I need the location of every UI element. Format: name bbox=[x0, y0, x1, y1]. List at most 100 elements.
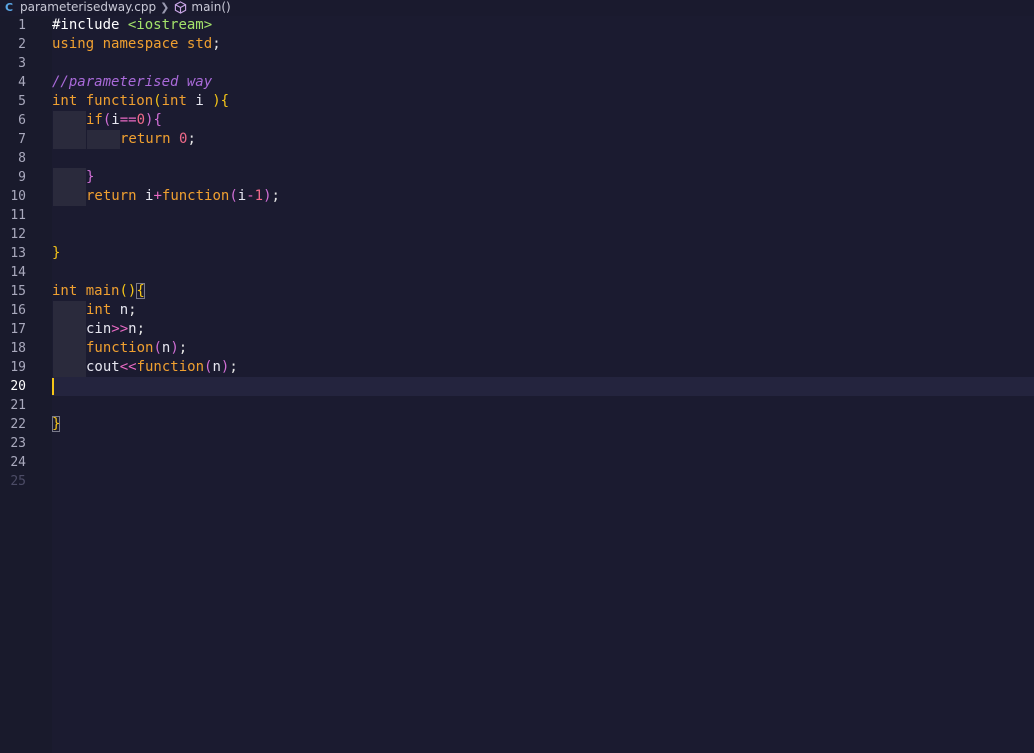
line-number: 15 bbox=[10, 284, 26, 299]
code-token: << bbox=[119, 359, 137, 375]
code-token: main bbox=[85, 283, 120, 299]
code-token: function bbox=[86, 340, 154, 356]
line-number: 14 bbox=[10, 265, 26, 280]
code-token: function bbox=[136, 359, 205, 375]
code-token: + bbox=[153, 188, 162, 204]
code-editor[interactable]: #include <iostream> using namespace std;… bbox=[52, 16, 1034, 753]
code-token: } bbox=[86, 169, 95, 185]
code-token: i bbox=[237, 188, 247, 204]
line-number: 12 bbox=[10, 227, 26, 242]
line-number: 21 bbox=[10, 398, 26, 413]
code-line-2[interactable]: using namespace std; bbox=[52, 35, 221, 54]
code-line-16[interactable]: int n; bbox=[86, 301, 137, 320]
code-token: std bbox=[186, 36, 213, 52]
code-token: n bbox=[111, 302, 129, 318]
code-line-18[interactable]: function(n); bbox=[86, 339, 187, 358]
code-token: return bbox=[86, 188, 137, 204]
code-line-17[interactable]: cin>>n; bbox=[86, 320, 145, 339]
code-line-5[interactable]: int function(int i ){ bbox=[52, 92, 229, 111]
code-line-9[interactable]: } bbox=[86, 168, 94, 187]
code-line-15[interactable]: int main(){ bbox=[52, 282, 145, 301]
code-token: function bbox=[161, 188, 230, 204]
line-number: 22 bbox=[10, 417, 26, 432]
code-token: if bbox=[86, 112, 103, 128]
line-number: 1 bbox=[18, 18, 26, 33]
line-number: 2 bbox=[18, 37, 26, 52]
code-line-4[interactable]: //parameterised way bbox=[52, 73, 212, 92]
code-token: n bbox=[212, 359, 221, 375]
indent-guide bbox=[53, 301, 86, 320]
line-number: 10 bbox=[10, 189, 26, 204]
line-number: 3 bbox=[18, 56, 26, 71]
code-token: cout bbox=[86, 359, 120, 375]
code-line-7[interactable]: return 0; bbox=[120, 130, 196, 149]
code-token: 1 bbox=[254, 188, 264, 204]
line-number-active: 20 bbox=[10, 379, 26, 394]
code-token: ( bbox=[153, 93, 162, 109]
matched-bracket: { bbox=[136, 283, 145, 299]
code-token: ; bbox=[187, 131, 196, 147]
indent-guide bbox=[53, 358, 86, 377]
breadcrumb-symbol[interactable]: main() bbox=[191, 0, 230, 14]
code-token: - bbox=[246, 188, 255, 204]
code-token: ; bbox=[178, 340, 188, 356]
line-number: 19 bbox=[10, 360, 26, 375]
code-token: { bbox=[220, 93, 230, 109]
code-line-13[interactable]: } bbox=[52, 244, 60, 263]
line-number: 13 bbox=[10, 246, 26, 261]
code-token: n bbox=[128, 321, 137, 337]
line-number: 18 bbox=[10, 341, 26, 356]
code-line-1[interactable]: #include <iostream> bbox=[52, 16, 212, 35]
code-line-19[interactable]: cout<<function(n); bbox=[86, 358, 238, 377]
line-number: 17 bbox=[10, 322, 26, 337]
code-token: 0 bbox=[136, 112, 146, 128]
line-number: 23 bbox=[10, 436, 26, 451]
code-token: == bbox=[119, 112, 137, 128]
indent-guide bbox=[53, 168, 86, 187]
code-token: ; bbox=[136, 321, 146, 337]
code-line-10[interactable]: return i+function(i-1); bbox=[86, 187, 280, 206]
indent-guide bbox=[53, 111, 86, 130]
code-token: >> bbox=[111, 321, 129, 337]
breadcrumb-file[interactable]: parameterisedway.cpp bbox=[20, 0, 156, 14]
line-number: 16 bbox=[10, 303, 26, 318]
code-token: ) bbox=[212, 93, 221, 109]
cpp-file-icon: C bbox=[4, 0, 14, 14]
code-token: i bbox=[111, 112, 120, 128]
code-token: ( bbox=[229, 188, 238, 204]
code-token: int bbox=[161, 93, 187, 109]
code-token: ; bbox=[212, 36, 221, 52]
code-token: ; bbox=[128, 302, 137, 318]
chevron-right-icon: ❯ bbox=[160, 0, 170, 14]
code-line-6[interactable]: if(i==0){ bbox=[86, 111, 162, 130]
code-token: i bbox=[186, 93, 213, 109]
code-comment: //parameterised way bbox=[52, 74, 213, 90]
line-number: 24 bbox=[10, 455, 26, 470]
matched-bracket: } bbox=[52, 416, 61, 432]
code-token: cin bbox=[86, 321, 112, 337]
code-token: int bbox=[52, 93, 78, 109]
text-cursor bbox=[52, 378, 54, 395]
indent-guide bbox=[53, 339, 86, 358]
code-token: } bbox=[52, 245, 61, 261]
code-token: <iostream> bbox=[127, 17, 213, 33]
code-token: () bbox=[119, 283, 137, 299]
code-token: #include bbox=[52, 17, 120, 33]
code-token: namespace bbox=[102, 36, 179, 52]
code-token: ( bbox=[153, 340, 162, 356]
line-number: 5 bbox=[18, 94, 26, 109]
code-token: ) bbox=[170, 340, 179, 356]
code-token: using bbox=[52, 36, 95, 52]
code-token: ; bbox=[229, 359, 238, 375]
code-line-22[interactable]: } bbox=[52, 415, 61, 434]
indent-guide bbox=[53, 130, 86, 149]
code-token: function bbox=[85, 93, 154, 109]
line-number: 6 bbox=[18, 113, 26, 128]
indent-guide bbox=[53, 320, 86, 339]
line-number: 9 bbox=[18, 170, 26, 185]
